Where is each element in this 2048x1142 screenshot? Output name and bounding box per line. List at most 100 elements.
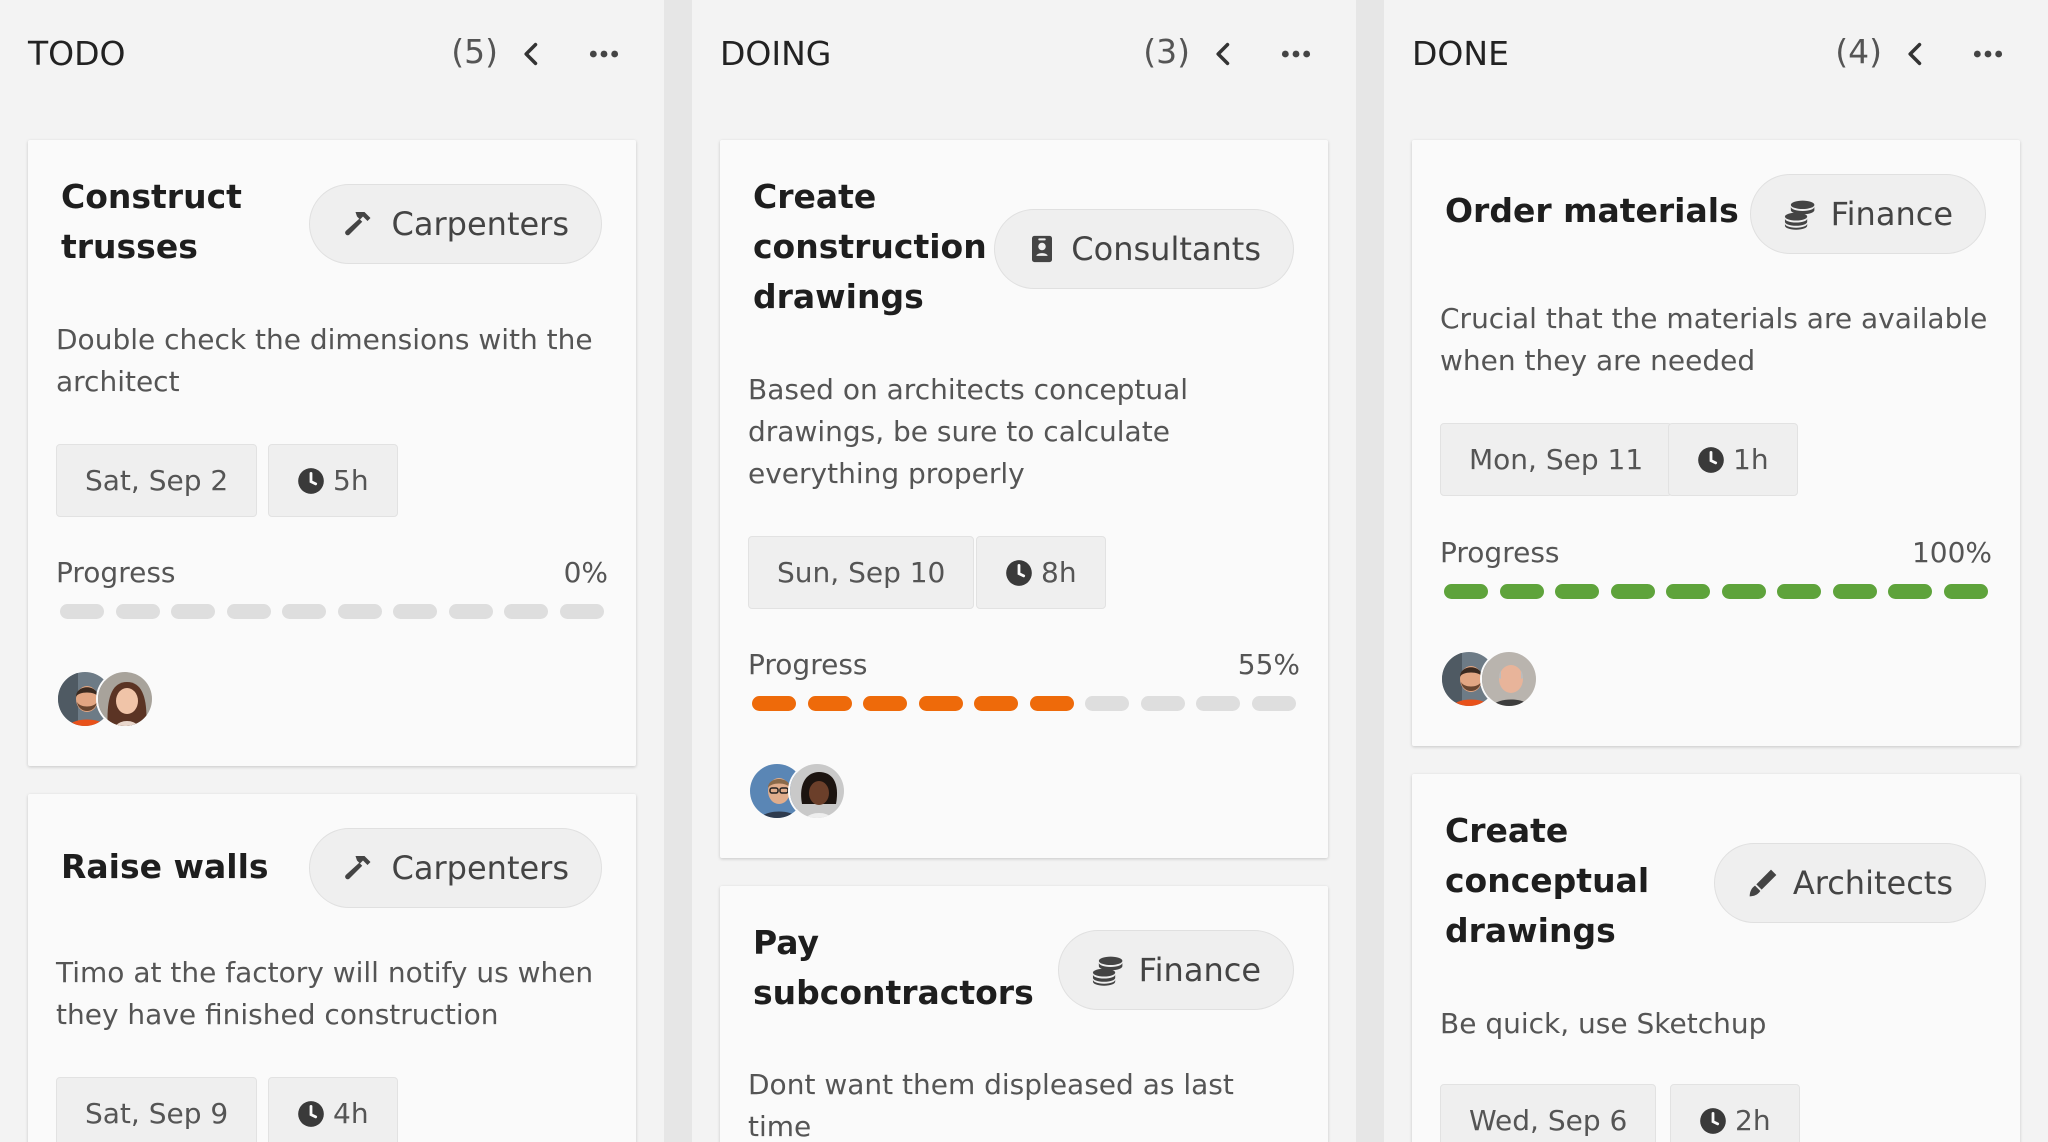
coins-icon bbox=[1091, 954, 1125, 986]
tag-finance[interactable]: Finance bbox=[1749, 174, 1986, 254]
progress-segment bbox=[1555, 584, 1600, 599]
progress-segment bbox=[1943, 584, 1988, 599]
duration-chip[interactable]: 4h bbox=[268, 1077, 398, 1142]
chevron-left-icon bbox=[1210, 40, 1238, 68]
progress-segment bbox=[1196, 696, 1241, 711]
card-create-conceptual-drawings[interactable]: Create conceptual drawings Architects Be… bbox=[1412, 774, 2020, 1142]
due-date-chip[interactable]: Mon, Sep 11 bbox=[1440, 423, 1673, 496]
card-construct-trusses[interactable]: Construct trusses Carpenters Double chec… bbox=[28, 140, 636, 766]
id-badge-icon bbox=[1027, 233, 1057, 265]
tag-finance[interactable]: Finance bbox=[1057, 930, 1294, 1010]
column-header: TODO (5) bbox=[28, 24, 664, 86]
progress-segment bbox=[1888, 584, 1933, 599]
collapse-button[interactable] bbox=[1204, 34, 1244, 74]
progress-segment bbox=[752, 696, 796, 711]
chevron-left-icon bbox=[1902, 40, 1930, 68]
card-title: Pay subcontractors bbox=[753, 923, 1034, 1012]
tag-carpenters[interactable]: Carpenters bbox=[308, 828, 602, 908]
progress-segment bbox=[863, 696, 908, 711]
progress-segment bbox=[1499, 584, 1544, 599]
due-date-chip[interactable]: Sat, Sep 9 bbox=[56, 1077, 258, 1142]
progress-value: 0% bbox=[563, 556, 608, 589]
progress-segment bbox=[1832, 584, 1877, 599]
collapse-button[interactable] bbox=[1896, 34, 1936, 74]
tag-consultants[interactable]: Consultants bbox=[994, 209, 1294, 289]
duration: 1h bbox=[1733, 443, 1769, 476]
progress-segment bbox=[1251, 696, 1296, 711]
card-description: Crucial that the materials are available… bbox=[1440, 302, 1988, 377]
progress-segment bbox=[807, 696, 852, 711]
tag-label: Carpenters bbox=[391, 849, 569, 887]
progress-segment bbox=[1721, 584, 1766, 599]
assignee-avatars bbox=[748, 762, 846, 820]
assignee-avatars bbox=[1440, 650, 1538, 708]
due-date: Sat, Sep 9 bbox=[85, 1097, 229, 1130]
tag-architects[interactable]: Architects bbox=[1713, 843, 1986, 923]
progress-value: 100% bbox=[1911, 536, 1992, 569]
card-create-construction-drawings[interactable]: Create construction drawings Consultants… bbox=[720, 140, 1328, 858]
column-header: DOING (3) bbox=[720, 24, 1356, 86]
progress-segment bbox=[1029, 696, 1074, 711]
tag-label: Architects bbox=[1792, 864, 1953, 902]
progress-segment bbox=[393, 604, 438, 619]
card-title: Order materials bbox=[1445, 191, 1739, 230]
column-done: DONE (4) Order materials Finance Crucial… bbox=[1384, 0, 2048, 1142]
card-title: Create conceptual drawings bbox=[1445, 811, 1650, 950]
duration-chip[interactable]: 8h bbox=[976, 536, 1106, 609]
due-date-chip[interactable]: Sat, Sep 2 bbox=[56, 444, 258, 517]
due-date-chip[interactable]: Sun, Sep 10 bbox=[748, 536, 975, 609]
column-count: (3) bbox=[1143, 32, 1190, 71]
column-title: DONE bbox=[1412, 34, 1509, 73]
progress-segment bbox=[918, 696, 963, 711]
avatar-woman-dark[interactable] bbox=[788, 762, 846, 820]
due-date-chip[interactable]: Wed, Sep 6 bbox=[1440, 1084, 1657, 1142]
tag-carpenters[interactable]: Carpenters bbox=[308, 184, 602, 264]
card-title: Raise walls bbox=[61, 847, 269, 886]
column-menu-button[interactable] bbox=[580, 34, 628, 74]
collapse-button[interactable] bbox=[512, 34, 552, 74]
avatar-woman-brown-hair[interactable] bbox=[96, 670, 154, 728]
assignee-avatars bbox=[56, 670, 154, 728]
progress-bar bbox=[752, 696, 1296, 711]
progress-segment bbox=[1777, 584, 1822, 599]
card-description: Double check the dimensions with the arc… bbox=[56, 323, 593, 398]
progress-segment bbox=[226, 604, 271, 619]
progress-segment bbox=[1444, 584, 1488, 599]
column-menu-button[interactable] bbox=[1964, 34, 2012, 74]
column-header: DONE (4) bbox=[1412, 24, 2048, 86]
clock-icon bbox=[1699, 1107, 1727, 1135]
card-raise-walls[interactable]: Raise walls Carpenters Timo at the facto… bbox=[28, 794, 636, 1142]
pen-icon bbox=[1747, 867, 1779, 899]
card-order-materials[interactable]: Order materials Finance Crucial that the… bbox=[1412, 140, 2020, 746]
progress-label: Progress bbox=[56, 556, 176, 589]
column-todo: TODO (5) Construct trusses Carpenters Do… bbox=[0, 0, 664, 1142]
column-doing: DOING (3) Create construction drawings C… bbox=[692, 0, 1356, 1142]
column-title: DOING bbox=[720, 34, 832, 73]
duration-chip[interactable]: 1h bbox=[1668, 423, 1798, 496]
coins-icon bbox=[1783, 198, 1817, 230]
progress-segment bbox=[282, 604, 327, 619]
column-menu-button[interactable] bbox=[1272, 34, 1320, 74]
clock-icon bbox=[297, 1100, 325, 1128]
progress-bar bbox=[1444, 584, 1988, 599]
chevron-left-icon bbox=[518, 40, 546, 68]
kanban-board: TODO (5) Construct trusses Carpenters Do… bbox=[0, 0, 2048, 1142]
hammer-icon bbox=[342, 850, 378, 886]
avatar-man-bald[interactable] bbox=[1480, 650, 1538, 708]
card-pay-subcontractors[interactable]: Pay subcontractors Finance Dont want the… bbox=[720, 886, 1328, 1142]
due-date: Wed, Sep 6 bbox=[1469, 1104, 1628, 1137]
duration-chip[interactable]: 2h bbox=[1670, 1084, 1800, 1142]
progress-label: Progress bbox=[748, 648, 868, 681]
duration-chip[interactable]: 5h bbox=[268, 444, 398, 517]
tag-label: Finance bbox=[1138, 951, 1261, 989]
progress-segment bbox=[1666, 584, 1711, 599]
tag-label: Carpenters bbox=[391, 205, 569, 243]
clock-icon bbox=[1005, 559, 1033, 587]
progress-segment bbox=[504, 604, 549, 619]
column-count: (5) bbox=[451, 32, 498, 71]
tag-label: Consultants bbox=[1071, 230, 1261, 268]
progress-segment bbox=[1085, 696, 1130, 711]
card-description: Timo at the factory will notify us when … bbox=[56, 956, 594, 1031]
progress-bar bbox=[60, 604, 604, 619]
progress-segment bbox=[171, 604, 216, 619]
